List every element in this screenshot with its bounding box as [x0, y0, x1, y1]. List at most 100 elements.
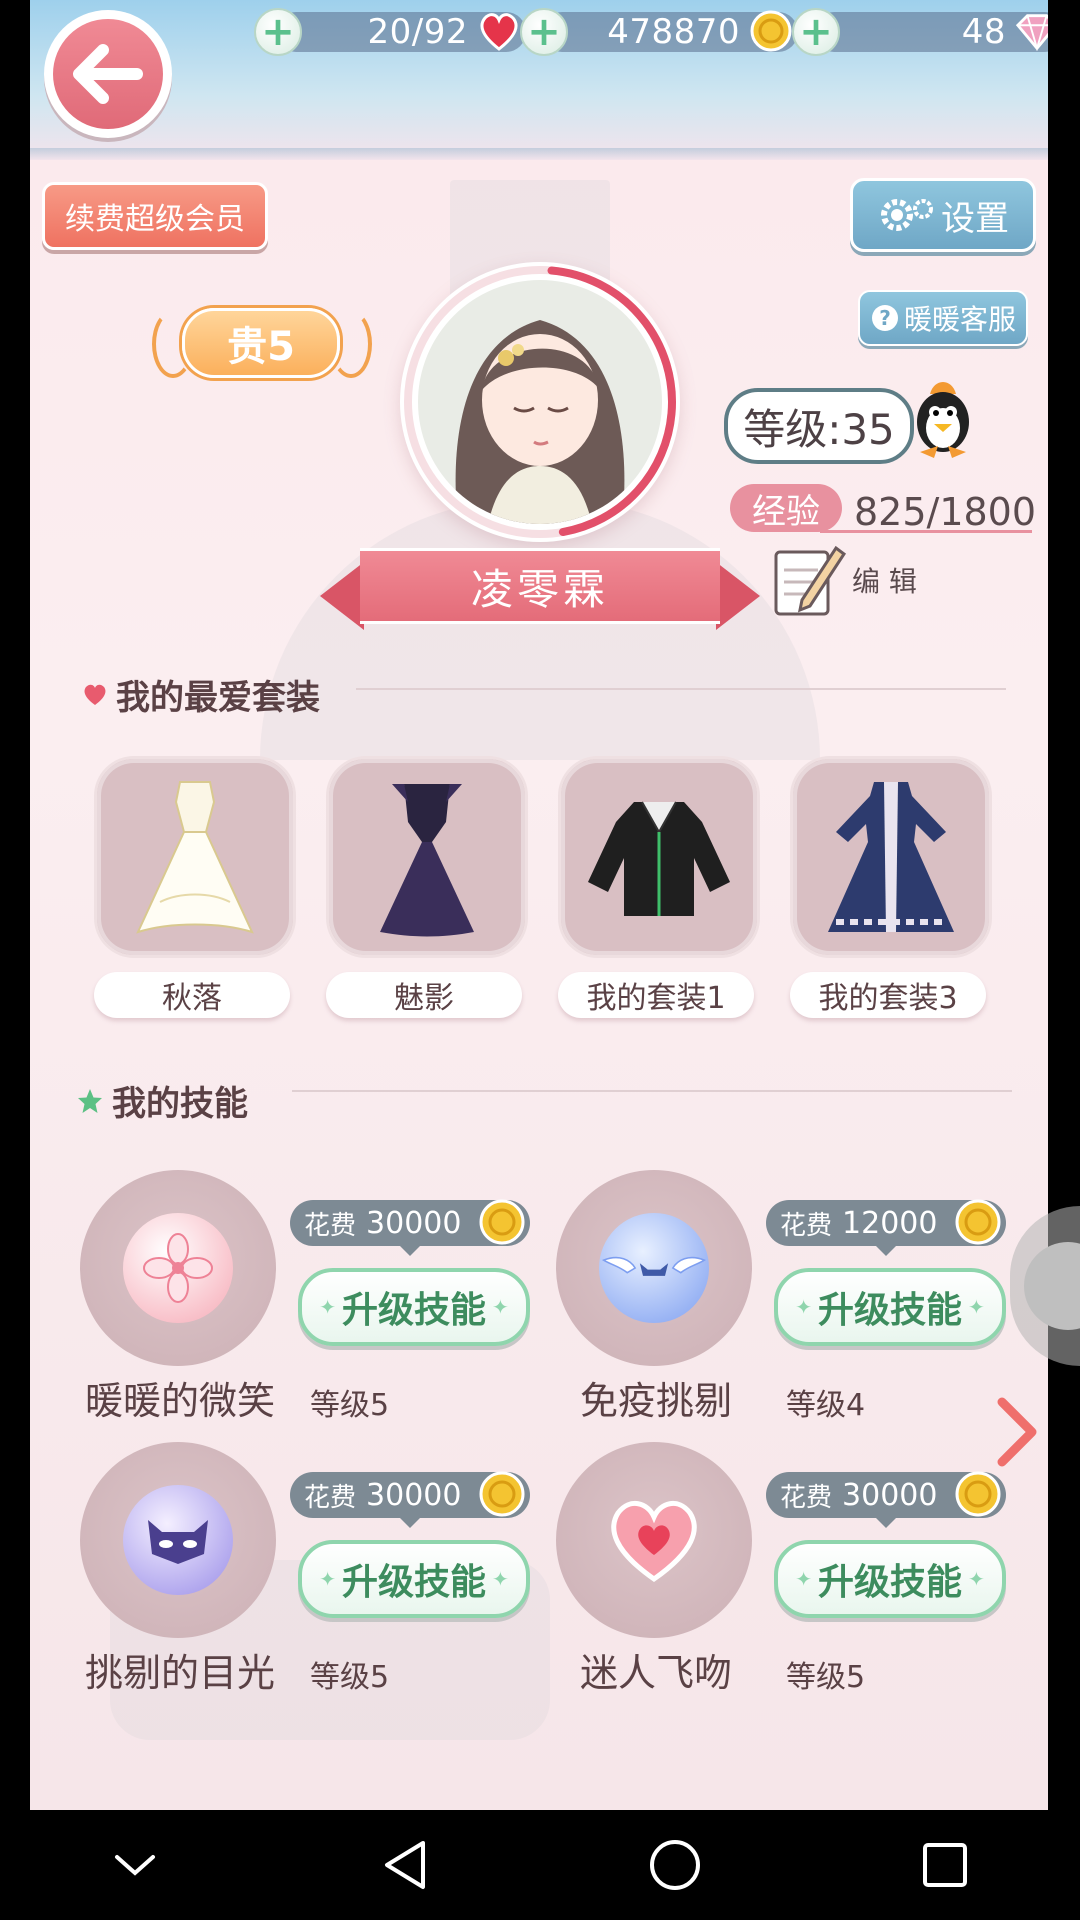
stamina-counter: + 20/92 — [254, 8, 526, 56]
help-icon: ? — [871, 305, 898, 331]
topbar-divider — [30, 148, 1048, 160]
service-label: 暖暖客服 — [903, 303, 1016, 336]
gold-coin-icon — [748, 8, 794, 54]
outfit-card[interactable]: 秋落 — [94, 756, 296, 1018]
outfit-label: 秋落 — [94, 972, 290, 1018]
outfit-thumbnail — [790, 756, 992, 958]
edit-label: 编 辑 — [852, 565, 917, 598]
skill-level: 等级4 — [786, 1388, 866, 1423]
gear-icon — [881, 199, 933, 231]
blue-dress-icon — [828, 782, 954, 932]
edit-profile-button[interactable]: 编 辑 — [772, 540, 917, 620]
recents-square-icon — [923, 1843, 967, 1887]
noble-rank-label: 贵5 — [182, 308, 340, 378]
outfit-card[interactable]: 我的套装3 — [790, 756, 992, 1018]
favorites-section-title: 我的最爱套装 — [82, 670, 320, 719]
upgrade-label: 升级技能 — [817, 1290, 962, 1331]
add-gold-button[interactable]: + — [520, 8, 568, 56]
skill-cost-badge: 花费 30000 — [766, 1471, 1006, 1528]
heart-kiss-skill-icon — [599, 1485, 709, 1595]
upgrade-skill-button[interactable]: ✦ 升级技能 ✦ — [298, 1268, 530, 1346]
skill-name: 挑剔的目光 — [84, 1651, 275, 1695]
nav-recents-button[interactable] — [885, 1810, 1005, 1920]
sparkle-icon: ✦ — [492, 1567, 509, 1591]
skills-divider — [292, 1090, 1012, 1092]
cost-label: 花费 — [780, 1210, 833, 1241]
add-stamina-button[interactable]: + — [254, 8, 302, 56]
nav-hide-button[interactable] — [75, 1810, 195, 1920]
favorites-divider — [356, 688, 1006, 690]
app-screen: + 20/92 + 478870 + 48 续费超级会员 设置 ? 暖暖客服 贵… — [30, 0, 1048, 1810]
sparkle-icon: ✦ — [968, 1567, 985, 1591]
upgrade-skill-button[interactable]: ✦ 升级技能 ✦ — [774, 1540, 1006, 1618]
next-page-arrow-icon[interactable] — [994, 1396, 1040, 1468]
outfit-card[interactable]: 我的套装1 — [558, 756, 760, 1018]
back-arrow-icon — [73, 44, 143, 104]
sakura-skill-icon — [123, 1213, 233, 1323]
cat-mask-skill-icon — [123, 1485, 233, 1595]
upgrade-skill-button[interactable]: ✦ 升级技能 ✦ — [774, 1268, 1006, 1346]
skill-level: 等级5 — [310, 1388, 390, 1423]
sparkle-icon: ✦ — [492, 1295, 509, 1319]
ribbon-right-tail — [716, 562, 760, 630]
skill-cost-badge: 花费 30000 — [290, 1471, 530, 1528]
heart-icon — [476, 8, 522, 54]
white-gown-icon — [136, 781, 254, 934]
upgrade-label: 升级技能 — [341, 1290, 486, 1331]
cost-label: 花费 — [304, 1210, 357, 1241]
cost-label: 花费 — [304, 1482, 357, 1513]
edit-notepad-icon — [774, 545, 847, 616]
noble-rank-badge[interactable]: 贵5 — [148, 302, 372, 378]
sparkle-icon: ✦ — [319, 1295, 336, 1319]
customer-service-button[interactable]: ? 暖暖客服 — [858, 290, 1028, 346]
black-jacket-icon — [588, 801, 730, 916]
outfit-label: 我的套装3 — [790, 972, 986, 1018]
skill-card: 花费 30000 ✦ 升级技能 ✦ 暖暖的微笑 等级5 — [80, 1170, 540, 1430]
player-name: 凌零霖 — [360, 548, 720, 624]
add-diamond-button[interactable]: + — [792, 8, 840, 56]
star-bullet-icon — [78, 1088, 102, 1113]
outfit-card[interactable]: 魅影 — [326, 756, 528, 1018]
skill-card: 花费 12000 ✦ 升级技能 ✦ 免疫挑剔 等级4 — [556, 1170, 1016, 1430]
avatar-portrait — [418, 280, 662, 524]
sparkle-icon: ✦ — [968, 1295, 985, 1319]
skills-section-title: 我的技能 — [76, 1076, 248, 1125]
skill-cost-value: 30000 — [366, 1477, 462, 1513]
skill-name: 免疫挑剔 — [579, 1379, 732, 1423]
outfit-thumbnail — [94, 756, 296, 958]
skill-icon-frame — [80, 1170, 276, 1366]
gold-counter: + 478870 — [520, 8, 798, 56]
skill-icon-frame — [556, 1170, 752, 1366]
settings-button[interactable]: 设置 — [850, 178, 1036, 252]
back-triangle-icon — [385, 1841, 425, 1889]
system-navigation-bar — [0, 1810, 1080, 1920]
gold-coin-icon — [479, 1471, 525, 1517]
nav-home-button[interactable] — [615, 1810, 735, 1920]
outfit-thumbnail — [558, 756, 760, 958]
skill-cost-value: 30000 — [842, 1477, 938, 1513]
upgrade-label: 升级技能 — [817, 1562, 962, 1603]
player-name-banner: 凌零霖 — [320, 548, 760, 630]
skills-title-text: 我的技能 — [112, 1084, 248, 1124]
svg-text:?: ? — [879, 306, 891, 330]
exp-label: 经验 — [730, 484, 842, 532]
back-button[interactable] — [44, 10, 172, 138]
upgrade-skill-button[interactable]: ✦ 升级技能 ✦ — [298, 1540, 530, 1618]
gold-coin-icon — [955, 1471, 1001, 1517]
exp-underline — [820, 530, 1032, 533]
qq-penguin-icon[interactable] — [912, 376, 974, 460]
assist-knob — [1024, 1242, 1080, 1330]
skill-name: 暖暖的微笑 — [84, 1379, 275, 1423]
dark-gown-icon — [380, 784, 474, 937]
heart-bullet-icon — [84, 684, 106, 705]
skill-icon-frame — [556, 1442, 752, 1638]
outfit-thumbnail — [326, 756, 528, 958]
renew-vip-button[interactable]: 续费超级会员 — [42, 182, 268, 250]
skill-card: 花费 30000 ✦ 升级技能 ✦ 迷人飞吻 等级5 — [556, 1442, 1016, 1702]
upgrade-label: 升级技能 — [341, 1562, 486, 1603]
skill-cost-badge: 花费 30000 — [290, 1199, 530, 1256]
player-avatar[interactable] — [400, 262, 680, 542]
skill-cost-value: 12000 — [842, 1205, 938, 1241]
nav-back-button[interactable] — [345, 1810, 465, 1920]
sparkle-icon: ✦ — [795, 1567, 812, 1591]
